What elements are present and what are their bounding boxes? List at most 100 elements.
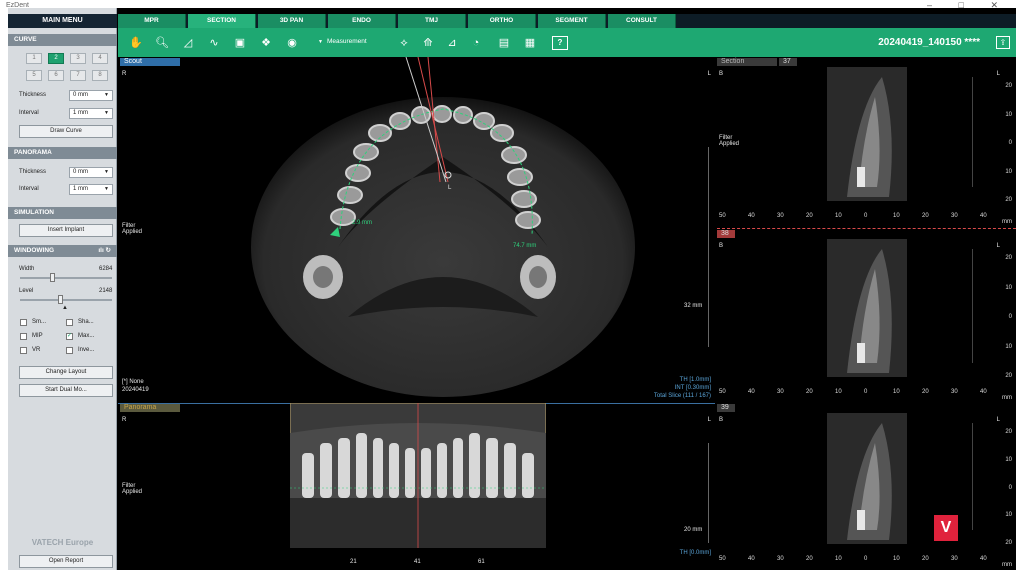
section-ytick: 0 (1008, 314, 1012, 320)
panorama-viewport[interactable]: Panorama R L Filter Applied 20 mm TH [0.… (118, 403, 715, 570)
curve-button-6[interactable]: 6 (48, 70, 64, 81)
tab-segment[interactable]: SEGMENT (538, 14, 606, 28)
section-xtick: 30 (951, 389, 958, 395)
section-xtick: 40 (980, 556, 987, 562)
curve-button-2[interactable]: 2 (48, 53, 64, 64)
section-orient-b: B (719, 71, 724, 77)
pano-xtick-21: 21 (350, 559, 357, 565)
width-slider[interactable] (20, 273, 112, 282)
pano-interval-label: Interval (19, 186, 39, 192)
windowing-checkbox-3[interactable]: ✓ (66, 333, 73, 340)
windowing-checkbox-label-5: Inve... (78, 347, 95, 353)
section-xtick: 50 (719, 213, 726, 219)
section-xtick: 40 (748, 213, 755, 219)
help-icon[interactable]: ? (552, 36, 568, 50)
section-xtick: 10 (835, 556, 842, 562)
layout-icon[interactable]: ▤ (496, 36, 512, 50)
section-xtick: 10 (835, 213, 842, 219)
curve-button-5[interactable]: 5 (26, 70, 42, 81)
scout-scale-bar (708, 147, 709, 347)
open-report-button[interactable]: Open Report (19, 555, 113, 568)
angle-measure-icon[interactable]: ⊿ (444, 36, 460, 50)
start-dual-monitor-button[interactable]: Start Dual Mo... (19, 384, 113, 397)
windowing-checkbox-label-4: VR (32, 347, 41, 353)
panorama-header-label: Panorama (120, 404, 180, 412)
circle-icon[interactable]: ◔ (468, 36, 484, 50)
tab-mpr[interactable]: MPR (118, 14, 186, 28)
section-xtick: 20 (922, 556, 929, 562)
windowing-checkbox-5[interactable] (66, 347, 73, 354)
windowing-checkbox-1[interactable] (66, 319, 73, 326)
curve-interval-select[interactable]: 1 mm ▼ (69, 108, 113, 119)
section-unit: mm (1002, 562, 1012, 568)
vatech-logo: V (934, 515, 958, 541)
curve-button-1[interactable]: 1 (26, 53, 42, 64)
main-menu-button[interactable]: MAIN MENU (8, 14, 117, 28)
export-icon[interactable]: ⇪ (996, 36, 1010, 49)
pano-interval-select[interactable]: 1 mm ▼ (69, 184, 113, 195)
width-label: Width (19, 266, 35, 272)
width-slider-thumb[interactable] (50, 273, 55, 282)
section-xtick: 10 (893, 213, 900, 219)
windowing-checkbox-2[interactable] (20, 333, 27, 340)
section-number: 39 (717, 404, 735, 412)
curve-button-7[interactable]: 7 (70, 70, 86, 81)
level-value: 2148 (99, 288, 113, 294)
change-layout-button[interactable]: Change Layout (19, 366, 113, 379)
angle-icon[interactable]: ◿ (180, 36, 196, 50)
curve-button-3[interactable]: 3 (70, 53, 86, 64)
section-xtick: 0 (864, 213, 868, 219)
grid-icon[interactable]: ▦ (522, 36, 538, 50)
section-ytick: 20 (1005, 540, 1012, 546)
distance-icon[interactable]: ⟡ (396, 36, 412, 50)
section-viewport-37[interactable]: Section 37 B L Filter Applied 20 10 0 10 20 50 40 3… (717, 57, 1016, 227)
pan-hand-icon[interactable]: ✋ (128, 36, 144, 50)
capture-icon[interactable]: ▣ (232, 36, 248, 50)
windowing-checkbox-0[interactable] (20, 319, 27, 326)
section-viewport-39[interactable]: 39 B L 20 10 0 10 20 50 40 30 20 10 0 10 20 30 40 mm (717, 403, 1016, 570)
tab-bar: MPR SECTION 3D PAN ENDO TMJ ORTHO SEGMENT CONSU… (118, 14, 1016, 28)
scout-viewport[interactable]: Scout R L Filter Applied 2.9 mm 74.7 mm … (118, 57, 715, 402)
tab-3d-pan[interactable]: 3D PAN (258, 14, 326, 28)
axial-ct-image (251, 57, 635, 397)
section-orient-l: L (996, 243, 1000, 249)
section-ct-image (827, 67, 907, 201)
section-orient-b: B (719, 417, 724, 423)
section-xtick: 40 (980, 213, 987, 219)
section-viewport-38[interactable]: 38 B L 20 10 0 10 20 50 40 30 20 10 0 10 20 30 40 mm (717, 228, 1016, 402)
curve-header: CURVE (8, 34, 117, 46)
curve-thickness-select[interactable]: 0 mm ▼ (69, 90, 113, 101)
arc-icon[interactable]: ⟰ (420, 36, 436, 50)
tab-consult[interactable]: CONSULT (608, 14, 676, 28)
curve-icon[interactable]: ∿ (206, 36, 222, 50)
scout-int: INT [0.30mm] (674, 385, 711, 391)
curve-button-8[interactable]: 8 (92, 70, 108, 81)
zoom-icon[interactable]: 🔍︎ (154, 36, 170, 50)
section-orient-l: L (996, 71, 1000, 77)
draw-curve-button[interactable]: Draw Curve (19, 125, 113, 138)
insert-implant-button[interactable]: Insert Implant (19, 224, 113, 237)
implant-icon[interactable]: ❖ (258, 36, 274, 50)
tab-section[interactable]: SECTION (188, 14, 256, 28)
windowing-checkbox-label-3: Max... (78, 333, 95, 339)
level-slider-thumb[interactable] (58, 295, 63, 304)
nerve-icon[interactable]: ◉ (284, 36, 300, 50)
section-unit: mm (1002, 395, 1012, 401)
tab-ortho[interactable]: ORTHO (468, 14, 536, 28)
dropdown-arrow-icon: ▼ (318, 39, 323, 45)
measurement-dropdown[interactable]: ▼ Measurement (318, 38, 367, 45)
section-ytick: 0 (1008, 484, 1012, 491)
windowing-checkbox-4[interactable] (20, 347, 27, 354)
windowing-reset-icon[interactable]: ılı ↻ (98, 245, 111, 257)
curve-button-4[interactable]: 4 (92, 53, 108, 64)
section-xtick: 40 (748, 556, 755, 562)
pano-thickness-select[interactable]: 0 mm ▼ (69, 167, 113, 178)
tab-endo[interactable]: ENDO (328, 14, 396, 28)
section-ytick: 20 (1005, 83, 1012, 89)
section-xtick: 0 (864, 556, 868, 562)
section-ytick: 10 (1005, 168, 1012, 175)
section-ytick: 10 (1005, 512, 1012, 519)
tab-tmj[interactable]: TMJ (398, 14, 466, 28)
level-slider[interactable] (20, 295, 112, 304)
pano-scale-bar (708, 443, 709, 543)
